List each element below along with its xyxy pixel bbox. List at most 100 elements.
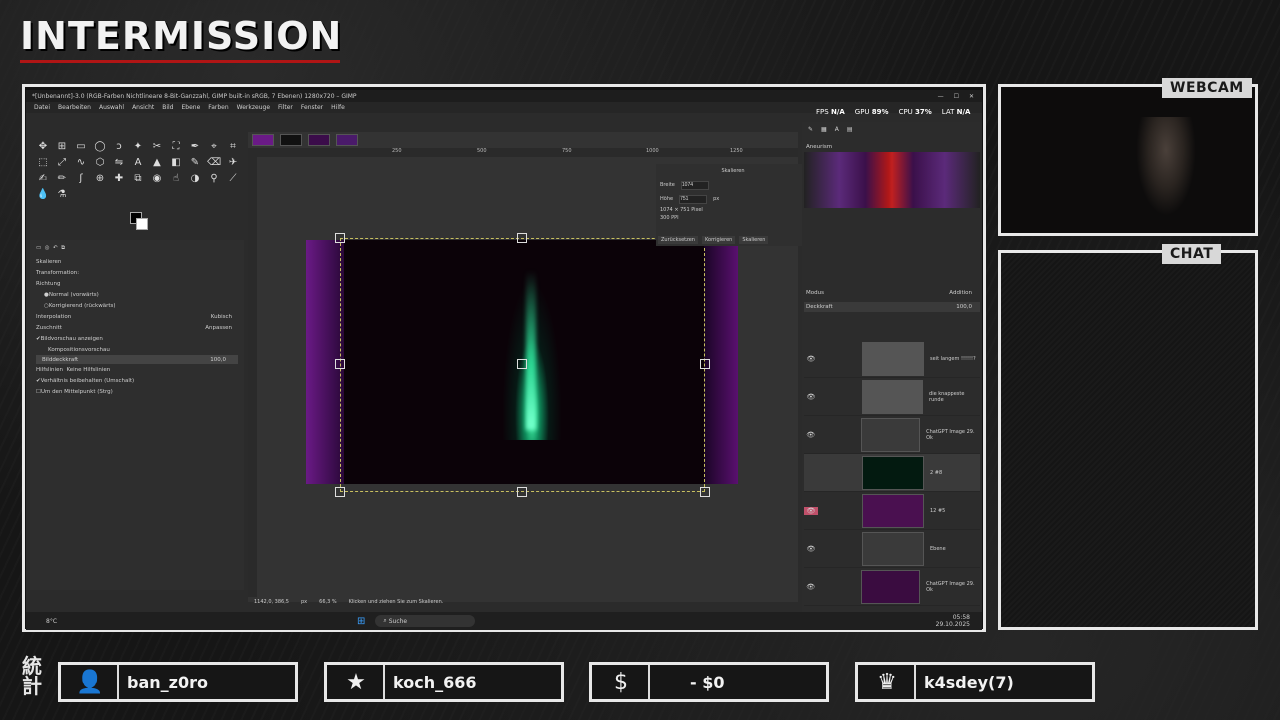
rect-select-icon[interactable]: ▭ — [74, 140, 88, 154]
opacity-row[interactable]: Deckkraft 100,0 — [804, 302, 980, 312]
maximize-icon[interactable]: ☐ — [954, 93, 959, 100]
image-tab[interactable] — [308, 134, 330, 146]
height-input[interactable] — [679, 194, 708, 204]
scale-handle[interactable] — [335, 359, 345, 369]
eyedropper-icon[interactable]: ⚗ — [55, 188, 69, 202]
scale-bounding-box[interactable] — [335, 233, 710, 497]
image-opacity-slider[interactable]: Bilddeckkraft 100,0 — [36, 355, 238, 364]
mode-select[interactable]: Addition — [949, 290, 980, 296]
gradients-tab-icon[interactable]: ▤ — [847, 126, 853, 133]
blur-tool-icon[interactable]: ◉ — [150, 172, 164, 186]
scale-handle[interactable] — [700, 359, 710, 369]
layer-row[interactable]: 👁 seit langem !!!!!!? — [804, 340, 980, 378]
menu-auswahl[interactable]: Auswahl — [99, 104, 124, 111]
gradient-tool-icon[interactable]: ◧ — [169, 156, 183, 170]
menu-filter[interactable]: Filter — [278, 104, 293, 111]
visibility-eye-icon[interactable]: 👁 — [804, 393, 818, 401]
tool-options-tab-icon[interactable]: ▭ — [36, 245, 41, 251]
layer-row[interactable]: 👁 ChatGPT Image 29. Ok — [804, 568, 980, 606]
direction-corrective-radio[interactable]: ○ Korrigierend (rückwärts) — [30, 300, 244, 311]
ellipse-select-icon[interactable]: ◯ — [93, 140, 107, 154]
correct-button[interactable]: Korrigieren — [701, 236, 736, 244]
weather-widget[interactable]: 8°C — [26, 618, 57, 625]
patterns-tab-icon[interactable]: ▦ — [821, 126, 827, 133]
scale-handle[interactable] — [335, 233, 345, 243]
composite-preview-checkbox[interactable]: Kompositionsvorschau — [30, 344, 244, 355]
menu-hilfe[interactable]: Hilfe — [331, 104, 345, 111]
color-picker-icon[interactable]: ⌖ — [207, 140, 221, 154]
bucket-fill-icon[interactable]: ▲ — [150, 156, 164, 170]
clock[interactable]: 05:58 29.10.2025 — [936, 614, 982, 628]
visibility-eye-icon[interactable]: 👁 — [804, 545, 818, 553]
zoom-tool-icon[interactable]: ⚲ — [207, 172, 221, 186]
fonts-tab-icon[interactable]: A — [835, 126, 839, 133]
visibility-eye-icon[interactable]: 👁 — [804, 506, 818, 515]
layer-row[interactable]: 👁 ChatGPT Image 29. Ok — [804, 416, 980, 454]
free-select-icon[interactable]: ↄ — [112, 140, 126, 154]
scale-center-handle[interactable] — [517, 359, 527, 369]
text-tool-icon[interactable]: A — [131, 156, 145, 170]
eraser-icon[interactable]: ⌫ — [207, 156, 221, 170]
foreground-select-icon[interactable]: ⛶ — [169, 140, 183, 154]
guides-select[interactable]: Keine Hilfslinien — [66, 367, 110, 373]
clone-tool-icon[interactable]: ⊕ — [93, 172, 107, 186]
undo-history-tab-icon[interactable]: ↶ — [53, 245, 58, 251]
scale-button[interactable]: Skalieren — [739, 236, 769, 244]
mypaint-brush-icon[interactable]: ʃ — [74, 172, 88, 186]
menu-werkzeuge[interactable]: Werkzeuge — [237, 104, 270, 111]
visibility-eye-icon[interactable]: 👁 — [804, 431, 817, 439]
minimize-icon[interactable]: — — [938, 93, 944, 100]
menu-ansicht[interactable]: Ansicht — [132, 104, 154, 111]
ink-drop-icon[interactable]: 💧 — [36, 188, 50, 202]
scale-handle[interactable] — [517, 487, 527, 497]
pencil-icon[interactable]: ✏ — [55, 172, 69, 186]
warp-transform-icon[interactable]: ∿ — [74, 156, 88, 170]
layer-row[interactable]: 👁 Ebene — [804, 530, 980, 568]
flip-tool-icon[interactable]: ⇋ — [112, 156, 126, 170]
visibility-eye-icon[interactable]: 👁 — [804, 355, 818, 363]
images-tab-icon[interactable]: ⧉ — [61, 245, 65, 252]
menu-ebene[interactable]: Ebene — [182, 104, 201, 111]
ink-tool-icon[interactable]: ✍ — [36, 172, 50, 186]
clipping-row[interactable]: Zuschnitt Anpassen — [30, 322, 244, 333]
background-color[interactable] — [136, 218, 148, 230]
keep-aspect-checkbox[interactable]: ✔ Verhältnis beibehalten (Umschalt) — [30, 375, 244, 386]
menu-bild[interactable]: Bild — [162, 104, 173, 111]
cage-transform-icon[interactable]: ⬡ — [93, 156, 107, 170]
brushes-tab-icon[interactable]: ✎ — [808, 126, 813, 133]
paintbrush-icon[interactable]: ✎ — [188, 156, 202, 170]
interpolation-row[interactable]: Interpolation Kubisch — [30, 311, 244, 322]
image-tab[interactable] — [252, 134, 274, 146]
guides-row[interactable]: Hilfslinien Keine Hilfslinien — [30, 364, 244, 375]
image-tab[interactable] — [280, 134, 302, 146]
scale-handle[interactable] — [700, 487, 710, 497]
around-center-checkbox[interactable]: ☐ Um den Mittelpunkt (Strg) — [30, 386, 244, 397]
windows-start-icon[interactable]: ⊞ — [357, 616, 365, 627]
image-tab[interactable] — [336, 134, 358, 146]
mode-row[interactable]: Modus Addition — [804, 288, 980, 298]
unit-dropdown[interactable]: px — [301, 599, 307, 605]
visibility-eye-icon[interactable]: 👁 — [804, 583, 817, 591]
unified-transform-icon[interactable]: ⬚ — [36, 156, 50, 170]
heal-tool-icon[interactable]: ✚ — [112, 172, 126, 186]
move-tool-icon[interactable]: ✥ — [36, 140, 50, 154]
menu-fenster[interactable]: Fenster — [301, 104, 323, 111]
align-tool-icon[interactable]: ⊞ — [55, 140, 69, 154]
scissors-icon[interactable]: ✂ — [150, 140, 164, 154]
scale-handle[interactable] — [517, 233, 527, 243]
layer-row-selected[interactable]: 2 #8 — [804, 454, 980, 492]
menu-bearbeiten[interactable]: Bearbeiten — [58, 104, 91, 111]
dodge-burn-icon[interactable]: ◑ — [188, 172, 202, 186]
menu-datei[interactable]: Datei — [34, 104, 50, 111]
airbrush-icon[interactable]: ✈ — [226, 156, 240, 170]
paths-tool-icon[interactable]: ✒ — [188, 140, 202, 154]
scale-tool-icon[interactable]: ⤢ — [55, 156, 69, 170]
interpolation-select[interactable]: Kubisch — [211, 314, 232, 320]
close-icon[interactable]: ✕ — [969, 93, 974, 100]
gradient-preview[interactable] — [804, 152, 980, 208]
smudge-tool-icon[interactable]: ☝ — [169, 172, 183, 186]
width-input[interactable] — [680, 180, 709, 190]
perspective-clone-icon[interactable]: ⧉ — [131, 172, 145, 186]
fuzzy-select-icon[interactable]: ✦ — [131, 140, 145, 154]
reset-button[interactable]: Zurücksetzen — [658, 236, 698, 244]
